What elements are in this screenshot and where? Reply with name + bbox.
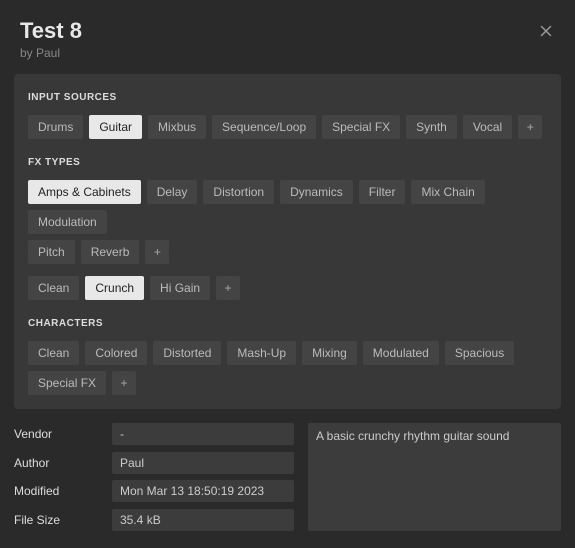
tag-item[interactable]: Mixbus [148, 115, 206, 139]
tag-item[interactable]: Mash-Up [227, 341, 296, 365]
add-tag-button[interactable]: + [145, 240, 169, 264]
meta-area: Vendor - Author Paul Modified Mon Mar 13… [0, 423, 575, 545]
tags-panel: INPUT SOURCES DrumsGuitarMixbusSequence/… [14, 74, 561, 409]
tag-item[interactable]: Amps & Cabinets [28, 180, 141, 204]
fx-types-row-3: CleanCrunchHi Gain+ [28, 276, 547, 300]
tag-item[interactable]: Distorted [153, 341, 221, 365]
add-tag-button[interactable]: + [216, 276, 240, 300]
meta-grid: Vendor - Author Paul Modified Mon Mar 13… [14, 423, 294, 531]
characters-section: CHARACTERS CleanColoredDistortedMash-UpM… [28, 318, 547, 395]
section-label: INPUT SOURCES [28, 92, 547, 103]
tag-item[interactable]: Guitar [89, 115, 142, 139]
fx-types-row-1: Amps & CabinetsDelayDistortionDynamicsFi… [28, 180, 547, 234]
tag-item[interactable]: Spacious [445, 341, 514, 365]
tag-item[interactable]: Clean [28, 276, 79, 300]
vendor-label: Vendor [14, 427, 104, 441]
tag-item[interactable]: Clean [28, 341, 79, 365]
tag-item[interactable]: Pitch [28, 240, 75, 264]
tag-item[interactable]: Dynamics [280, 180, 353, 204]
tag-item[interactable]: Drums [28, 115, 83, 139]
tag-item[interactable]: Delay [147, 180, 198, 204]
add-tag-button[interactable]: + [112, 371, 136, 395]
tag-item[interactable]: Modulation [28, 210, 107, 234]
fx-types-row-2: PitchReverb+ [28, 240, 547, 264]
author-label: Author [14, 456, 104, 470]
close-button[interactable] [537, 22, 555, 40]
close-icon [537, 22, 555, 40]
preset-title: Test 8 [20, 18, 555, 44]
tag-item[interactable]: Special FX [28, 371, 106, 395]
tag-item[interactable]: Vocal [463, 115, 512, 139]
tag-item[interactable]: Mix Chain [411, 180, 484, 204]
tag-item[interactable]: Hi Gain [150, 276, 210, 300]
input-sources-section: INPUT SOURCES DrumsGuitarMixbusSequence/… [28, 92, 547, 139]
tag-item[interactable]: Modulated [363, 341, 439, 365]
modified-field: Mon Mar 13 18:50:19 2023 [112, 480, 294, 502]
tag-item[interactable]: Sequence/Loop [212, 115, 316, 139]
tag-item[interactable]: Mixing [302, 341, 357, 365]
author-field[interactable]: Paul [112, 452, 294, 474]
modified-label: Modified [14, 484, 104, 498]
header: Test 8 by Paul [0, 0, 575, 74]
filesize-field: 35.4 kB [112, 509, 294, 531]
tag-item[interactable]: Crunch [85, 276, 144, 300]
section-label: FX TYPES [28, 157, 547, 168]
input-sources-row: DrumsGuitarMixbusSequence/LoopSpecial FX… [28, 115, 547, 139]
description-field[interactable]: A basic crunchy rhythm guitar sound [308, 423, 561, 531]
characters-row-2: Special FX+ [28, 371, 547, 395]
tag-item[interactable]: Special FX [322, 115, 400, 139]
fx-types-section: FX TYPES Amps & CabinetsDelayDistortionD… [28, 157, 547, 300]
add-tag-button[interactable]: + [518, 115, 542, 139]
preset-byline: by Paul [20, 46, 555, 60]
tag-item[interactable]: Synth [406, 115, 457, 139]
vendor-field[interactable]: - [112, 423, 294, 445]
filesize-label: File Size [14, 513, 104, 527]
tag-item[interactable]: Filter [359, 180, 406, 204]
section-label: CHARACTERS [28, 318, 547, 329]
characters-row-1: CleanColoredDistortedMash-UpMixingModula… [28, 341, 547, 365]
tag-item[interactable]: Distortion [203, 180, 274, 204]
tag-item[interactable]: Colored [85, 341, 147, 365]
tag-item[interactable]: Reverb [81, 240, 140, 264]
